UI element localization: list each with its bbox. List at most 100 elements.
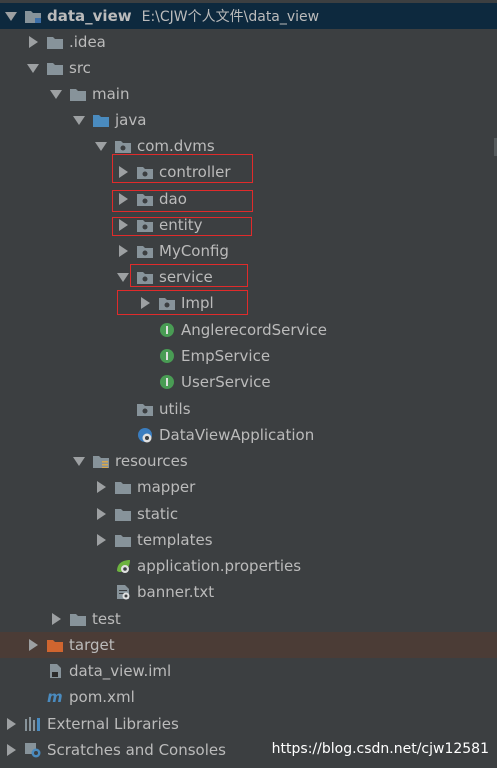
interface-icon [158, 322, 176, 338]
tree-node-idea[interactable]: .idea [0, 29, 497, 55]
node-label: .idea [69, 33, 106, 51]
expand-arrow-icon[interactable] [94, 139, 108, 153]
node-label: DataViewApplication [159, 426, 315, 444]
collapse-arrow-icon[interactable] [26, 35, 40, 49]
tree-node-controller[interactable]: controller [0, 159, 497, 185]
folder-icon [46, 34, 64, 50]
maven-icon: m [46, 689, 64, 705]
tree-node-pom[interactable]: m pom.xml [0, 684, 497, 710]
node-label: MyConfig [159, 242, 229, 260]
collapse-arrow-icon[interactable] [116, 192, 130, 206]
module-folder-icon [24, 8, 42, 24]
tree-node-emp[interactable]: EmpService [0, 343, 497, 369]
folder-icon [114, 506, 132, 522]
tree-node-iml[interactable]: data_view.iml [0, 658, 497, 684]
node-label: entity [159, 216, 203, 234]
tree-node-dao[interactable]: dao [0, 186, 497, 212]
package-icon [158, 295, 176, 311]
package-icon [136, 401, 154, 417]
tree-node-mapper[interactable]: mapper [0, 474, 497, 500]
tree-node-main[interactable]: main [0, 81, 497, 107]
tree-node-user[interactable]: UserService [0, 369, 497, 395]
collapse-arrow-icon[interactable] [49, 612, 63, 626]
folder-icon [46, 60, 64, 76]
excluded-folder-icon [46, 637, 64, 653]
tree-node-src[interactable]: src [0, 55, 497, 81]
tree-node-templates[interactable]: templates [0, 527, 497, 553]
node-label: templates [137, 531, 213, 549]
package-icon [114, 138, 132, 154]
tree-node-project-root[interactable]: data_view E:\CJW个人文件\data_view [0, 3, 497, 29]
library-icon [24, 716, 42, 732]
node-label: application.properties [137, 557, 302, 575]
interface-icon [158, 374, 176, 390]
tree-node-application-properties[interactable]: application.properties [0, 553, 497, 579]
collapse-arrow-icon[interactable] [4, 717, 18, 731]
collapse-arrow-icon[interactable] [94, 507, 108, 521]
tree-node-resources[interactable]: resources [0, 448, 497, 474]
module-file-icon [46, 663, 64, 679]
spring-properties-icon [114, 558, 132, 574]
tree-node-external-libraries[interactable]: External Libraries [0, 711, 497, 737]
tree-node-app[interactable]: DataViewApplication [0, 422, 497, 448]
collapse-arrow-icon[interactable] [26, 638, 40, 652]
tree-node-utils[interactable]: utils [0, 396, 497, 422]
collapse-arrow-icon[interactable] [116, 165, 130, 179]
collapse-arrow-icon[interactable] [94, 533, 108, 547]
project-path: E:\CJW个人文件\data_view [141, 9, 320, 25]
package-icon [136, 217, 154, 233]
collapse-arrow-icon[interactable] [138, 296, 152, 310]
folder-icon [114, 532, 132, 548]
tree-node-impl[interactable]: Impl [0, 290, 497, 316]
tree-node-static[interactable]: static [0, 501, 497, 527]
node-label: java [115, 111, 147, 129]
node-label: Impl [181, 294, 214, 312]
scratches-icon [24, 742, 42, 758]
project-name: data_view [47, 7, 132, 25]
node-label: utils [159, 400, 191, 418]
node-label: com.dvms [137, 137, 215, 155]
collapse-arrow-icon[interactable] [116, 244, 130, 258]
tree-node-entity[interactable]: entity [0, 212, 497, 238]
expand-arrow-icon[interactable] [116, 270, 130, 284]
node-label: EmpService [181, 347, 271, 365]
expand-arrow-icon[interactable] [72, 113, 86, 127]
node-label: target [69, 636, 115, 654]
resources-folder-icon [92, 453, 110, 469]
tree-node-target[interactable]: target [0, 632, 497, 658]
node-label: dao [159, 190, 187, 208]
package-icon [136, 243, 154, 259]
expand-arrow-icon[interactable] [49, 87, 63, 101]
node-label: src [69, 59, 91, 77]
collapse-arrow-icon[interactable] [94, 480, 108, 494]
interface-icon [158, 348, 176, 364]
node-label: AnglerecordService [181, 321, 328, 339]
watermark: https://blog.csdn.net/cjw12581 [271, 741, 489, 757]
collapse-arrow-icon[interactable] [4, 743, 18, 757]
expand-arrow-icon[interactable] [4, 9, 18, 23]
collapse-arrow-icon[interactable] [116, 218, 130, 232]
node-label: service [159, 268, 213, 286]
tree-node-test[interactable]: test [0, 606, 497, 632]
node-label: controller [159, 163, 231, 181]
tree-node-banner[interactable]: banner.txt [0, 579, 497, 605]
spring-boot-class-icon [136, 427, 154, 443]
node-label: resources [115, 452, 188, 470]
folder-icon [69, 86, 87, 102]
project-tree: data_view E:\CJW个人文件\data_view .idea src… [0, 0, 497, 768]
expand-arrow-icon[interactable] [72, 454, 86, 468]
tree-node-angler[interactable]: AnglerecordService [0, 317, 497, 343]
tree-node-java[interactable]: java [0, 107, 497, 133]
folder-icon [114, 479, 132, 495]
package-icon [136, 269, 154, 285]
folder-icon [69, 611, 87, 627]
tree-node-service[interactable]: service [0, 264, 497, 290]
node-label: test [92, 610, 121, 628]
package-icon [136, 191, 154, 207]
tree-node-myconfig[interactable]: MyConfig [0, 238, 497, 264]
expand-arrow-icon[interactable] [26, 61, 40, 75]
node-label: data_view.iml [69, 662, 172, 680]
node-label: banner.txt [137, 583, 215, 601]
tree-node-package[interactable]: com.dvms [0, 133, 497, 159]
node-label: pom.xml [69, 688, 135, 706]
